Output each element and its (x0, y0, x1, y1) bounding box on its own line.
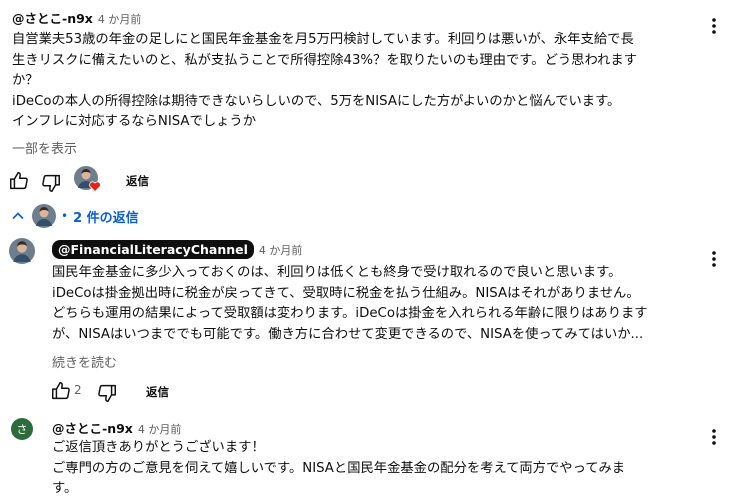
reply-line: ご専門の方のご意見を伺えて嬉しいです。NISAと国民年金基金の配分を考えて両方で… (52, 460, 626, 476)
reply-author[interactable]: @さとこ-n9x (52, 421, 133, 436)
reply-time[interactable]: 4 か月前 (259, 242, 303, 258)
creator-avatar (32, 204, 56, 228)
comment-author-line: @さとこ-n9x 4 か月前 (12, 8, 141, 27)
comment-author[interactable]: @さとこ-n9x (12, 11, 93, 26)
comment-time[interactable]: 4 か月前 (98, 13, 142, 26)
replies-count-label: 2 件の返信 (73, 210, 139, 226)
avatar[interactable]: さ (11, 418, 33, 440)
reply-time[interactable]: 4 か月前 (138, 423, 182, 436)
thumbs-up-icon (10, 172, 28, 190)
thumbs-up-icon (52, 382, 70, 400)
show-less-link[interactable]: 一部を表示 (12, 138, 77, 157)
avatar[interactable] (9, 238, 35, 264)
reply-author-line: @FinancialLiteracyChannel 4 か月前 (52, 240, 302, 259)
reply-line: す。 (52, 481, 78, 496)
comment-line: 自営業夫53歳の年金の足しにと国民年金基金を月5万円検討しています。利回りは悪い… (12, 32, 634, 47)
dislike-button[interactable] (96, 382, 118, 404)
dislike-button[interactable] (40, 172, 62, 194)
like-button[interactable] (8, 170, 30, 192)
reply-body: ご返信頂きありがとうございます！ ご専門の方のご意見を伺えて嬉しいです。NISA… (52, 438, 625, 500)
thumbs-down-icon (42, 174, 60, 192)
reply-line: iDeCoは掛金拠出時に税金が戻ってきて、受取時に税金を払う仕組み。NISAはそ… (52, 285, 640, 301)
reply-more-button[interactable] (704, 248, 724, 270)
reply-author-line: @さとこ-n9x 4 か月前 (52, 418, 181, 437)
more-vert-icon (712, 251, 716, 267)
reply-line: ご返信頂きありがとうございます！ (52, 440, 265, 455)
like-button[interactable] (50, 380, 72, 402)
channel-owner-badge[interactable]: @FinancialLiteracyChannel (52, 240, 254, 259)
reply-button[interactable]: 返信 (126, 173, 149, 189)
comment-line: 生きリスクに備えたいのと、私が支払うことで所得控除43%？を取りたいのも理由です… (12, 52, 637, 68)
like-count: 2 (74, 383, 82, 397)
reply-body: 国民年金基金に多少入っておくのは、利回りは低くとも終身で受け取れるので良いと思い… (52, 263, 648, 345)
reply-line: 国民年金基金に多少入っておくのは、利回りは低くとも終身で受け取れるので良いと思い… (52, 265, 622, 280)
reply-button[interactable]: 返信 (146, 384, 169, 400)
more-vert-icon (712, 429, 716, 445)
reply-line: が、NISAはいつまででも可能です。働き方に合わせて変更できるので、NISAを使… (52, 326, 644, 342)
reply-1: @FinancialLiteracyChannel 4 か月前 国民年金基金に多… (0, 232, 730, 412)
comment-more-button[interactable] (704, 15, 724, 37)
comment-body: 自営業夫53歳の年金の足しにと国民年金基金を月5万円検討しています。利回りは悪い… (12, 30, 637, 133)
replies-toggle[interactable]: • 2 件の返信 (10, 202, 139, 230)
replies-dot: • (61, 209, 69, 223)
comment-line: インフレに対応するならNISAでしょうか (12, 114, 257, 129)
chevron-up-icon (12, 212, 24, 220)
heart-icon (89, 181, 101, 192)
reply-more-button[interactable] (704, 426, 724, 448)
comment-line: か？ (12, 73, 39, 88)
comment-line: iDeCoの本人の所得控除は期待できないらしいので、5万をNISAにした方がよい… (12, 93, 621, 109)
reply-line: どちらも運用の結果によって受取額は変わります。iDeCoは掛金を入れられる年齢に… (52, 306, 648, 321)
read-more-link[interactable]: 続きを読む (52, 352, 117, 371)
creator-heart (74, 166, 102, 194)
more-vert-icon (712, 18, 716, 34)
reply-2: さ @さとこ-n9x 4 か月前 ご返信頂きありがとうございます！ ご専門の方のご… (0, 412, 730, 504)
comment-thread-1: @さとこ-n9x 4 か月前 自営業夫53歳の年金の足しにと国民年金基金を月5万円… (0, 0, 730, 200)
avatar-letter: さ (16, 423, 28, 436)
thumbs-down-icon (98, 384, 116, 402)
